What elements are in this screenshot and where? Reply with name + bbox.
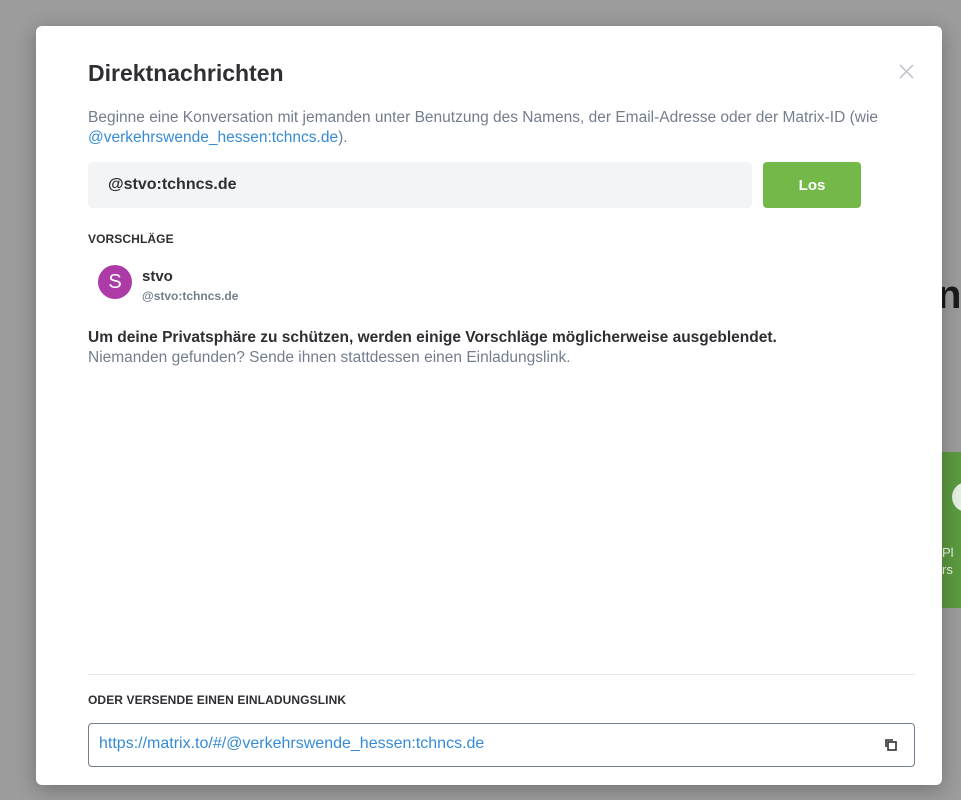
- dialog-title: Direktnachrichten: [88, 60, 284, 86]
- go-button[interactable]: Los: [763, 162, 861, 208]
- suggestion-name: stvo: [142, 268, 173, 285]
- background-card-text: Pl rs: [942, 545, 954, 577]
- avatar: S: [98, 265, 132, 299]
- background-card-icon: [952, 482, 961, 512]
- invite-link[interactable]: https://matrix.to/#/@verkehrswende_hesse…: [99, 735, 484, 753]
- background-card: Pl rs: [940, 452, 961, 608]
- close-icon[interactable]: [895, 60, 917, 82]
- privacy-note: Um deine Privatsphäre zu schützen, werde…: [88, 329, 777, 346]
- copy-icon[interactable]: [882, 736, 900, 754]
- invite-link-heading: ODER VERSENDE EINEN EINLADUNGSLINK: [88, 693, 347, 707]
- suggestion-item[interactable]: S stvo @stvo:tchncs.de: [88, 260, 388, 310]
- direct-messages-dialog: Direktnachrichten Beginne eine Konversat…: [36, 26, 942, 785]
- example-matrix-id-link[interactable]: @verkehrswende_hessen:tchncs.de: [88, 129, 338, 146]
- suggestion-user-id: @stvo:tchncs.de: [142, 289, 239, 303]
- dialog-description: Beginne eine Konversation mit jemanden u…: [88, 109, 879, 146]
- suggestions-heading: VORSCHLÄGE: [88, 232, 174, 246]
- nobody-found-text: Niemanden gefunden? Sende ihnen stattdes…: [88, 349, 571, 366]
- invite-link-field: https://matrix.to/#/@verkehrswende_hesse…: [88, 723, 915, 767]
- search-field[interactable]: [88, 162, 752, 208]
- search-input[interactable]: [108, 162, 728, 208]
- divider: [88, 674, 915, 675]
